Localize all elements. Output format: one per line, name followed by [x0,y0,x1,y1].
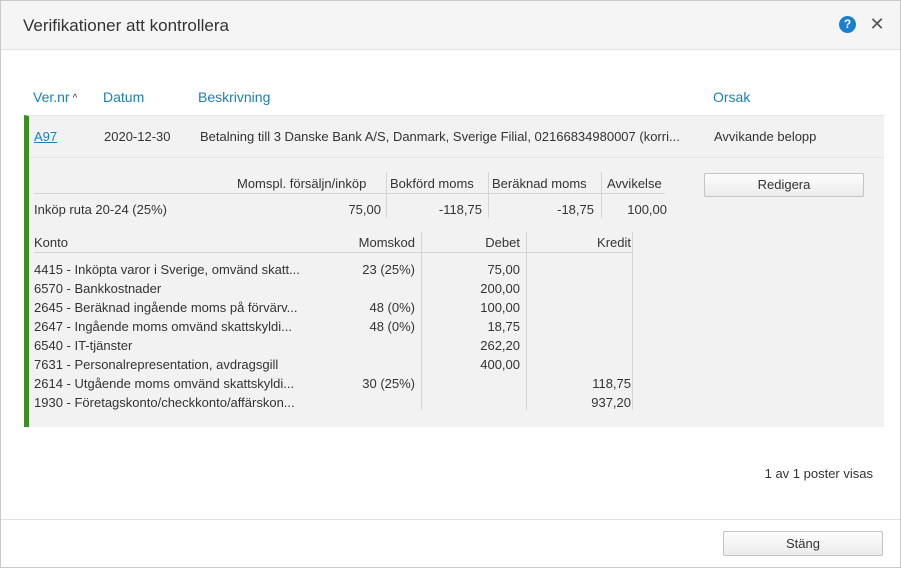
konto-row-debet: 400,00 [480,357,520,372]
verification-reason: Avvikande belopp [714,129,817,144]
dialog-header: Verifikationer att kontrollera ? ✕ [1,1,900,50]
moms-row-forsaljn: 75,00 [348,202,381,217]
konto-row-momskod: 23 (25%) [362,262,415,277]
close-button[interactable]: Stäng [723,531,883,556]
konto-header-konto: Konto [34,235,68,250]
konto-row-debet: 100,00 [480,300,520,315]
column-header-beskrivning[interactable]: Beskrivning [198,89,270,105]
konto-column-divider [632,232,633,410]
konto-row-account: 1930 - Företagskonto/checkkonto/affärsko… [34,395,295,410]
moms-column-divider [488,172,489,218]
konto-row-momskod: 30 (25%) [362,376,415,391]
edit-button[interactable]: Redigera [704,173,864,197]
konto-row-debet: 18,75 [487,319,520,334]
konto-row-account: 4415 - Inköpta varor i Sverige, omvänd s… [34,262,300,277]
konto-row-kredit: 118,75 [592,376,631,391]
konto-row-momskod: 48 (0%) [369,319,415,334]
konto-row-account: 2645 - Beräknad ingående moms på förvärv… [34,300,298,315]
konto-column-divider [526,232,527,410]
konto-header-divider [34,252,632,253]
close-icon[interactable]: ✕ [868,14,886,34]
konto-header-debet: Debet [485,235,520,250]
konto-row-debet: 75,00 [487,262,520,277]
moms-header-avvikelse: Avvikelse [607,176,662,191]
column-header-orsak[interactable]: Orsak [713,89,750,105]
column-header-vernr-label: Ver.nr [33,89,70,105]
moms-row-beraknad: -18,75 [557,202,594,217]
moms-header-beraknad: Beräknad moms [492,176,587,191]
help-icon[interactable]: ? [839,16,856,33]
verification-date: 2020-12-30 [104,129,171,144]
footer-divider [1,519,900,520]
column-header-datum[interactable]: Datum [103,89,144,105]
konto-row-account: 2614 - Utgående moms omvänd skattskyldi.… [34,376,295,391]
konto-row-account: 7631 - Personalrepresentation, avdragsgi… [34,357,279,372]
moms-header-divider [34,193,665,194]
verification-dialog: Verifikationer att kontrollera ? ✕ Ver.n… [0,0,901,568]
pagination-status: 1 av 1 poster visas [764,466,873,481]
dialog-title: Verifikationer att kontrollera [23,16,229,35]
moms-header-bokford: Bokförd moms [390,176,474,191]
verification-description: Betalning till 3 Danske Bank A/S, Danmar… [200,129,680,144]
column-header-vernr[interactable]: Ver.nr ^ [33,89,77,105]
moms-header-forsaljn: Momspl. försäljn/inköp [237,176,367,191]
konto-row-momskod: 48 (0%) [369,300,415,315]
konto-header-momskod: Momskod [358,235,415,250]
konto-row-account: 6570 - Bankkostnader [34,281,162,296]
konto-row-debet: 200,00 [480,281,520,296]
moms-row-bokford: -118,75 [438,202,482,217]
sort-ascending-icon: ^ [72,93,78,104]
moms-row-label: Inköp ruta 20-24 (25%) [34,202,167,217]
konto-row-account: 2647 - Ingående moms omvänd skattskyldi.… [34,319,292,334]
verification-number-link[interactable]: A97 [34,129,57,144]
konto-row-kredit: 937,20 [591,395,631,410]
moms-row-avvikelse: 100,00 [627,202,667,217]
konto-row-account: 6540 - IT-tjänster [34,338,133,353]
konto-row-debet: 262,20 [480,338,520,353]
konto-header-kredit: Kredit [597,235,631,250]
konto-column-divider [421,232,422,410]
row-divider [29,157,884,158]
moms-column-divider [386,172,387,218]
